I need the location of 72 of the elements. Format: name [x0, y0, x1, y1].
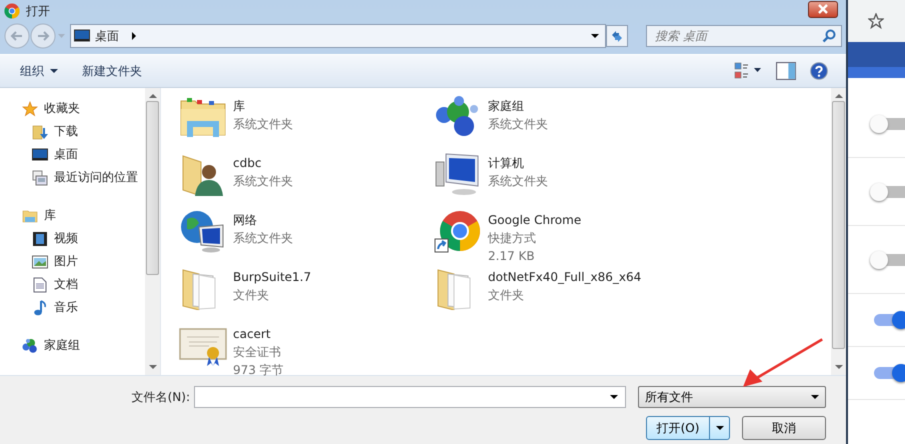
- chrome-shortcut-icon: [434, 209, 482, 253]
- open-button[interactable]: 打开(O): [646, 416, 710, 440]
- sidebar-item[interactable]: 最近访问的位置: [0, 166, 145, 189]
- view-options-icon[interactable]: [734, 62, 762, 80]
- library-icon: [22, 208, 38, 224]
- file-detail: 文件夹: [233, 287, 269, 304]
- sidebar-item[interactable]: 桌面: [0, 143, 145, 166]
- library-folder-icon: [179, 95, 227, 139]
- document-icon: [32, 276, 48, 292]
- file-name[interactable]: 库: [233, 97, 245, 115]
- toggle-switch[interactable]: [874, 314, 905, 326]
- desktop-icon: [32, 146, 48, 162]
- file-detail: 安全证书: [233, 344, 281, 361]
- sidebar-item[interactable]: 文档: [0, 273, 145, 296]
- file-detail: 2.17 KB: [488, 248, 535, 265]
- cancel-button[interactable]: 取消: [742, 416, 826, 440]
- refresh-icon[interactable]: [606, 25, 628, 47]
- sidebar-item[interactable]: 图片: [0, 250, 145, 273]
- preview-pane-icon[interactable]: [776, 62, 796, 80]
- search-field[interactable]: 搜索 桌面: [646, 25, 842, 47]
- search-icon: [822, 29, 836, 43]
- chrome-logo-icon: [4, 3, 20, 19]
- file-name[interactable]: Google Chrome: [488, 211, 582, 229]
- file-detail: 系统文件夹: [233, 230, 293, 247]
- sidebar-item[interactable]: 下载: [0, 120, 145, 143]
- sidebar-item[interactable]: 库: [0, 204, 145, 227]
- header-bar: [848, 42, 905, 78]
- close-icon: [817, 4, 829, 14]
- file-name[interactable]: cacert: [233, 325, 271, 343]
- close-button[interactable]: [808, 0, 838, 18]
- sidebar-item[interactable]: 收藏夹: [0, 97, 145, 120]
- organize-button[interactable]: 组织: [20, 62, 58, 80]
- file-detail: 快捷方式: [488, 230, 536, 247]
- address-bar[interactable]: 桌面: [70, 24, 606, 48]
- star-icon[interactable]: [868, 13, 884, 29]
- file-name[interactable]: 网络: [233, 211, 257, 229]
- file-detail: 系统文件夹: [233, 173, 293, 190]
- file-name[interactable]: 计算机: [488, 154, 524, 172]
- toggle-switch[interactable]: [874, 367, 905, 379]
- file-detail: 系统文件夹: [488, 116, 548, 133]
- file-name[interactable]: dotNetFx40_Full_x86_x64: [488, 268, 642, 286]
- download-icon: [32, 124, 48, 140]
- file-detail: 系统文件夹: [233, 116, 293, 133]
- scrollbar[interactable]: [145, 88, 160, 375]
- music-icon: [32, 300, 48, 316]
- scrollbar[interactable]: [831, 88, 846, 375]
- homegroup-icon: [22, 338, 38, 354]
- picture-icon: [32, 254, 48, 270]
- window-title: 打开: [26, 2, 50, 20]
- file-detail: 系统文件夹: [488, 173, 548, 190]
- breadcrumb-arrow-icon[interactable]: [132, 32, 136, 40]
- open-options-button[interactable]: [710, 416, 730, 440]
- address-location: 桌面: [95, 28, 119, 44]
- file-name[interactable]: cdbc: [233, 154, 262, 172]
- filename-field[interactable]: [194, 386, 626, 408]
- file-name[interactable]: 家庭组: [488, 97, 524, 115]
- dropdown-caret-icon[interactable]: [610, 395, 618, 399]
- file-type-dropdown[interactable]: 所有文件: [638, 386, 826, 408]
- help-icon[interactable]: [810, 62, 828, 80]
- recent-icon: [32, 170, 48, 186]
- file-detail: 973 字节: [233, 362, 284, 379]
- sidebar-item[interactable]: 视频: [0, 227, 145, 250]
- sidebar-item[interactable]: 音乐: [0, 296, 145, 319]
- filename-label: 文件名(N):: [130, 388, 190, 406]
- dropdown-caret-icon[interactable]: [591, 34, 599, 38]
- desktop-icon: [74, 28, 90, 44]
- sidebar-item[interactable]: 家庭组: [0, 334, 145, 357]
- star-icon: [22, 100, 38, 116]
- file-detail: 文件夹: [488, 287, 524, 304]
- new-folder-button[interactable]: 新建文件夹: [82, 62, 142, 80]
- video-icon: [32, 230, 48, 246]
- file-name[interactable]: BurpSuite1.7: [233, 268, 312, 286]
